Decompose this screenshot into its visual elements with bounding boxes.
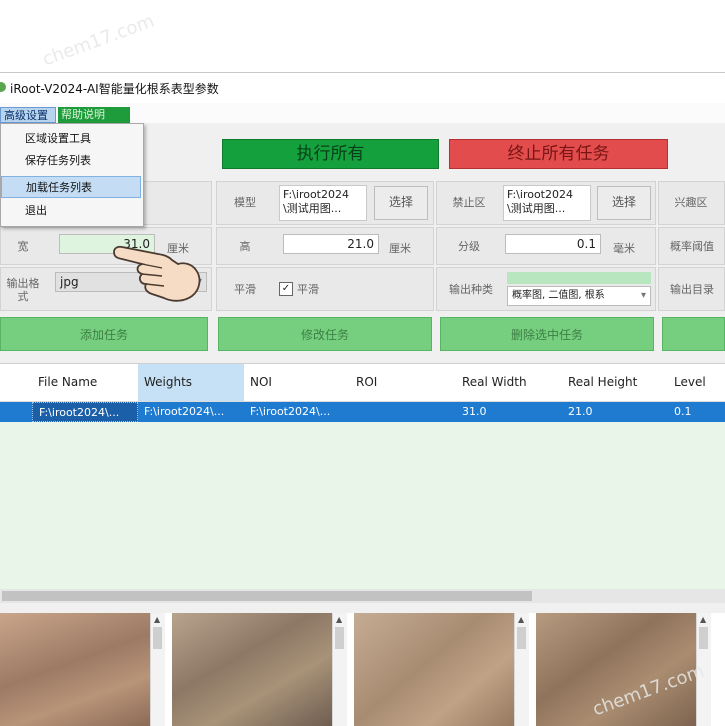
cell-resolution: 分级 0.1 毫米 [436,227,656,265]
app-window: iRoot-V2024-AI智能量化根系表型参数 高级设置 帮助说明 区域设置工… [0,72,725,726]
menu-item-load-task-list[interactable]: 加载任务列表 [1,176,141,198]
thumbnail-scrollbar[interactable]: ▲ [514,613,529,726]
cell-output-dir: 输出目录 [658,267,725,311]
cell-weights[interactable]: F:\iroot2024\... [138,402,244,422]
execute-all-button[interactable]: 执行所有 [222,139,439,169]
menu-help[interactable]: 帮助说明 [58,107,130,123]
watermark: chem17.com [39,10,158,71]
scroll-up-arrow-icon[interactable]: ▲ [336,615,342,624]
resolution-label: 分级 [458,240,480,253]
menu-advanced-settings[interactable]: 高级设置 [0,107,56,123]
height-unit: 厘米 [389,242,411,255]
scroll-up-arrow-icon[interactable]: ▲ [518,615,524,624]
output-type-select[interactable]: 概率图, 二值图, 根系 ▾ [507,286,651,306]
soil-image-thumbnail[interactable] [172,613,332,726]
cell-roi: 兴趣区 [658,181,725,225]
column-header-level[interactable]: Level [668,364,725,401]
output-type-value: 概率图, 二值图, 根系 [512,290,605,301]
menu-bar: 高级设置 帮助说明 [0,103,725,123]
cell-smooth: 平滑 ✓ 平滑 [216,267,434,311]
task-table: File Name Weights NOI ROI Real Width Rea… [0,363,725,594]
scrollbar-thumb[interactable] [335,627,344,649]
resolution-input[interactable]: 0.1 [505,234,601,254]
advanced-settings-dropdown: 区域设置工具 保存任务列表 加载任务列表 退出 [0,123,144,227]
column-header-real-height[interactable]: Real Height [562,364,668,401]
menu-item-exit[interactable]: 退出 [1,200,141,222]
column-header-noi[interactable]: NOI [244,364,350,401]
soil-image-thumbnail[interactable] [0,613,150,726]
prob-threshold-label: 概率阈值 [670,240,714,253]
model-path-field[interactable]: F:\iroot2024 \测试用图... [279,185,367,221]
smooth-checkbox-label: 平滑 [297,283,319,296]
cell-real-height[interactable]: 21.0 [562,402,668,422]
cell-roi[interactable] [350,402,456,422]
resolution-unit: 毫米 [613,242,635,255]
cell-prob-threshold: 概率阈值 [658,227,725,265]
cell-level[interactable]: 0.1 [668,402,725,422]
cell-real-width[interactable]: 31.0 [456,402,562,422]
cell-forbidden-area: 禁止区 F:\iroot2024 \测试用图... 选择 [436,181,656,225]
smooth-checkbox[interactable]: ✓ [279,282,293,296]
soil-image-thumbnail[interactable] [354,613,514,726]
column-header-file-name[interactable]: File Name [32,364,138,401]
scrollbar-thumb[interactable] [2,591,532,601]
forbidden-path-field[interactable]: F:\iroot2024 \测试用图... [503,185,591,221]
menu-item-save-task-list[interactable]: 保存任务列表 [1,150,141,172]
app-logo-icon [0,82,6,92]
cell-output-type: 输出种类 概率图, 二值图, 根系 ▾ [436,267,656,311]
pointing-hand-icon [113,245,201,302]
output-format-label: 输出格式 [6,277,40,303]
output-type-label: 输出种类 [449,283,493,296]
column-header-weights[interactable]: Weights [138,364,244,401]
forbidden-select-button[interactable]: 选择 [597,186,651,220]
cell-model: 模型 F:\iroot2024 \测试用图... 选择 [216,181,434,225]
forbidden-area-label: 禁止区 [452,196,486,209]
width-label: 宽 [17,240,29,253]
stop-all-tasks-button[interactable]: 终止所有任务 [449,139,668,169]
chevron-down-icon: ▾ [640,290,646,301]
column-header-real-width[interactable]: Real Width [456,364,562,401]
thumbnail-scrollbar[interactable]: ▲ [150,613,165,726]
smooth-label: 平滑 [234,283,256,296]
delete-selected-task-button[interactable]: 删除选中任务 [440,317,654,351]
title-bar: iRoot-V2024-AI智能量化根系表型参数 [0,73,725,103]
scroll-up-arrow-icon[interactable]: ▲ [154,615,160,624]
model-select-button[interactable]: 选择 [374,186,428,220]
output-format-value: jpg [60,275,79,289]
modify-task-button[interactable]: 修改任务 [218,317,432,351]
scrollbar-thumb[interactable] [699,627,708,649]
model-label: 模型 [234,196,256,209]
window-title: iRoot-V2024-AI智能量化根系表型参数 [10,82,219,96]
menu-item-region-tool[interactable]: 区域设置工具 [1,128,141,150]
thumbnail-scrollbar[interactable]: ▲ [332,613,347,726]
scrollbar-thumb[interactable] [517,627,526,649]
cell-file-name[interactable]: F:\iroot2024\... [32,402,138,422]
cell-height: 高 21.0 厘米 [216,227,434,265]
column-header-roi[interactable]: ROI [350,364,456,401]
scrollbar-thumb[interactable] [153,627,162,649]
table-row[interactable]: F:\iroot2024\... F:\iroot2024\... F:\iro… [0,402,725,422]
output-type-highlight [507,272,651,284]
table-horizontal-scrollbar[interactable] [0,589,725,603]
roi-label: 兴趣区 [674,196,708,209]
cell-noi[interactable]: F:\iroot2024\... [244,402,350,422]
height-input[interactable]: 21.0 [283,234,379,254]
height-label: 高 [239,240,251,253]
output-dir-label: 输出目录 [670,283,714,296]
table-header: File Name Weights NOI ROI Real Width Rea… [0,364,725,402]
scroll-up-arrow-icon[interactable]: ▲ [700,615,706,624]
extra-green-button[interactable] [662,317,725,351]
add-task-button[interactable]: 添加任务 [0,317,208,351]
